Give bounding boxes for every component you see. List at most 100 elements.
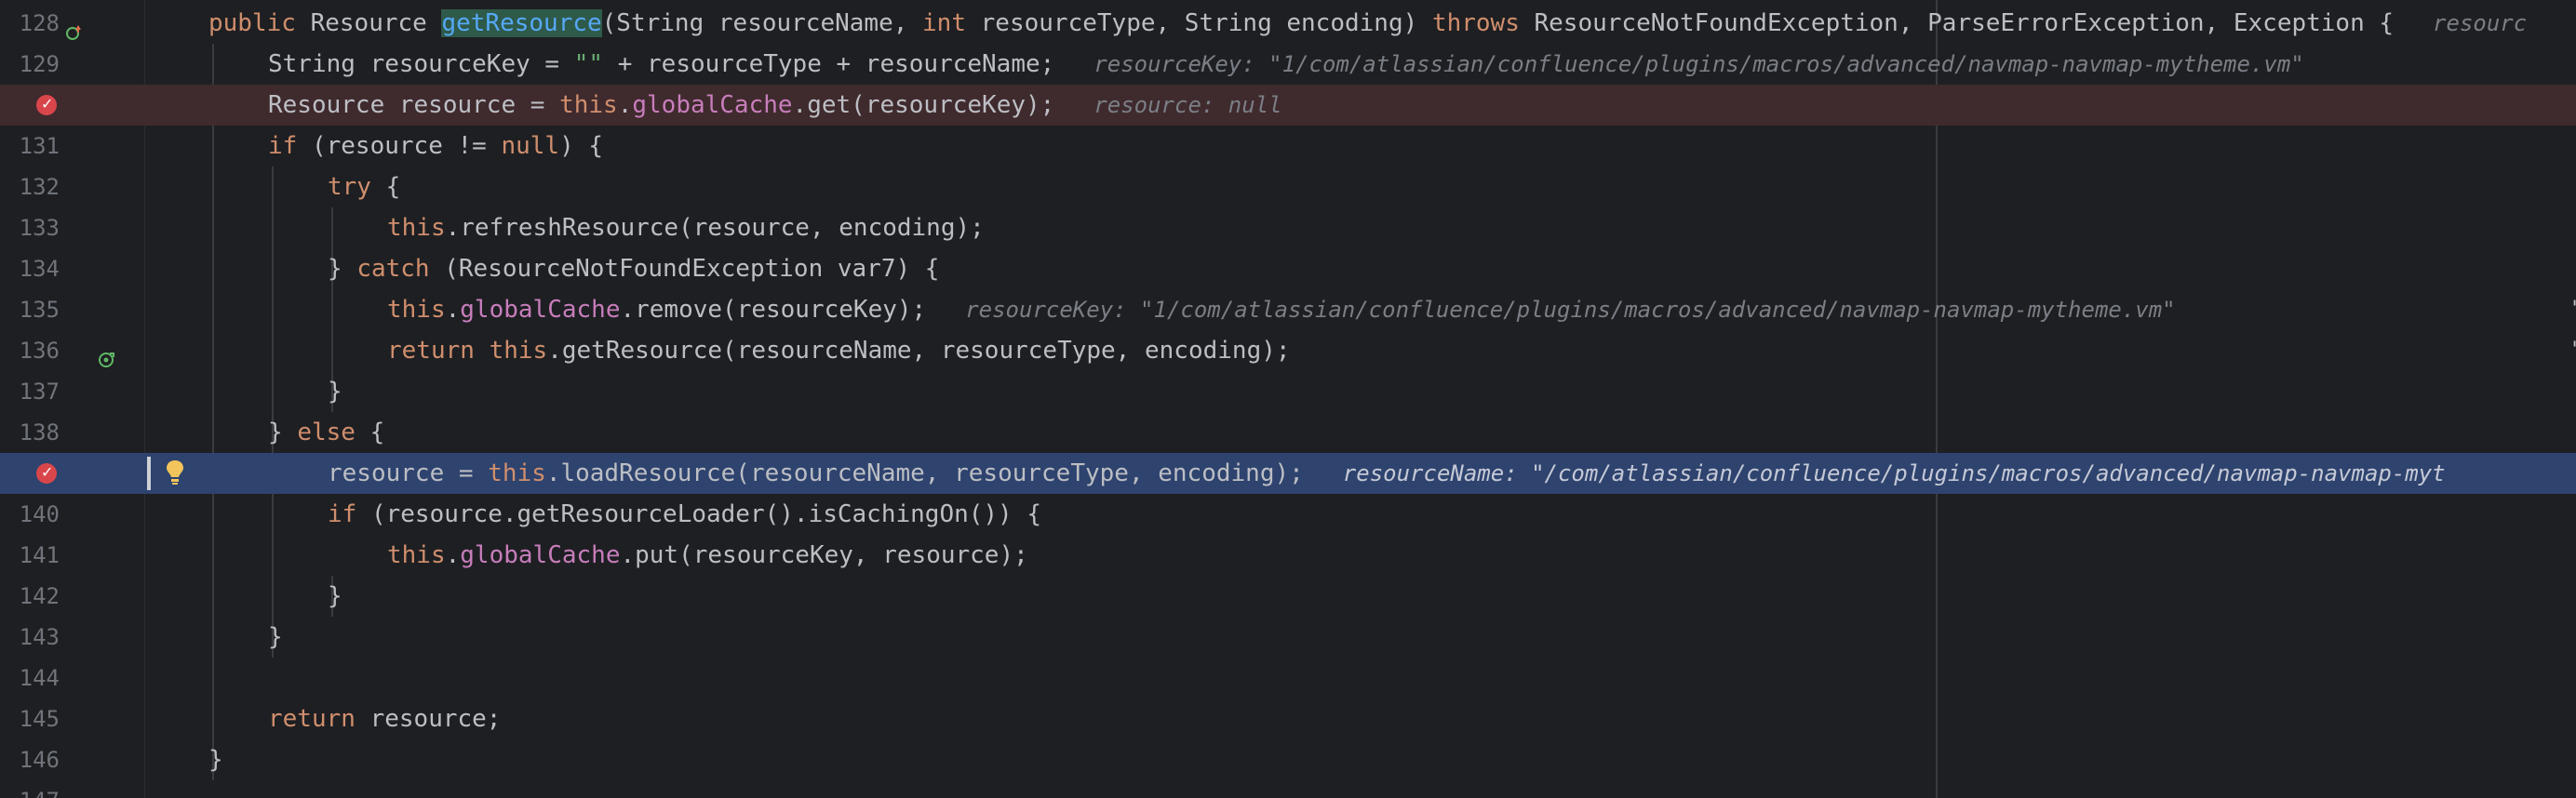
code-text[interactable]: this.globalCache.remove(resourceKey); res… — [387, 289, 2176, 330]
field-token: globalCache — [460, 541, 621, 569]
code-text[interactable]: String resourceKey = "" + resourceType +… — [268, 44, 2304, 85]
execution-point-caret — [147, 457, 151, 490]
code-text[interactable]: if (resource.getResourceLoader().isCachi… — [328, 494, 1041, 535]
code-line[interactable]: 141 this.globalCache.put(resourceKey, res… — [0, 535, 2576, 576]
code-text[interactable]: } — [208, 739, 223, 780]
check-icon: ✓ — [41, 95, 54, 113]
code-line[interactable]: 135 this.globalCache.remove(resourceKey);… — [0, 289, 2576, 330]
keyword-token: catch — [356, 255, 445, 283]
code-line[interactable]: ✓ Resource resource = this.globalCache.ge… — [0, 85, 2576, 126]
method-name-highlight: getResource — [441, 9, 602, 37]
code-line[interactable]: 134 } catch (ResourceNotFoundException va… — [0, 248, 2576, 289]
code-line[interactable]: 147 — [0, 780, 2576, 798]
code-text[interactable]: } else { — [268, 412, 384, 453]
code-text[interactable]: try { — [328, 166, 400, 207]
code-line[interactable]: 136 return this.getResource(resourceName,… — [0, 330, 2576, 371]
code-line[interactable]: ✓ resource = this.loadResource(resourceNa… — [0, 453, 2576, 494]
code-token: .loadResource(resourceName, resourceType… — [545, 459, 1304, 487]
lightbulb-icon[interactable] — [164, 459, 186, 486]
inline-debug-value[interactable]: resource: null — [1093, 92, 1281, 118]
code-text[interactable]: } — [328, 576, 342, 617]
line-number: 133 — [19, 215, 60, 241]
inline-debug-value[interactable]: resourceName: "/com/atlassian/confluence… — [1343, 460, 2446, 486]
line-number: 131 — [19, 133, 60, 159]
code-line[interactable]: 137} — [0, 371, 2576, 412]
keyword-token: return — [387, 337, 490, 365]
keyword-token: if — [268, 132, 312, 160]
breakpoint-icon[interactable]: ✓ — [36, 95, 57, 115]
code-token: . — [445, 296, 461, 324]
code-line[interactable]: 146} — [0, 739, 2576, 780]
keyword-token: try — [328, 173, 386, 201]
code-token: { — [369, 419, 385, 446]
recursive-call-icon[interactable] — [97, 341, 115, 367]
breakpoint-icon[interactable]: ✓ — [36, 463, 57, 484]
line-number: 140 — [19, 501, 60, 527]
code-token: + resourceType + resourceName; — [603, 50, 1055, 78]
code-token: resource = — [328, 459, 489, 487]
code-token: .refreshResource(resource, encoding); — [445, 214, 985, 242]
keyword-token: this — [489, 337, 548, 365]
code-token: resource; — [369, 705, 502, 733]
line-number: 128 — [19, 10, 60, 36]
line-number: 147 — [0, 780, 60, 798]
code-token: . — [617, 91, 633, 119]
code-line[interactable]: 140 if (resource.getResourceLoader().isCa… — [0, 494, 2576, 535]
overrides-method-icon[interactable] — [65, 14, 84, 40]
code-token: ) { — [559, 132, 604, 160]
code-editor[interactable]: 128 public Resource getResource(String re… — [0, 0, 2576, 798]
code-line[interactable]: 142} — [0, 576, 2576, 617]
code-token: (resource.getResourceLoader().isCachingO… — [370, 500, 1042, 528]
keyword-token: this — [559, 91, 618, 119]
code-text[interactable]: this.globalCache.put(resourceKey, resour… — [387, 535, 1028, 576]
code-line[interactable]: 143} — [0, 617, 2576, 658]
code-token: .remove(resourceKey); — [620, 296, 927, 324]
line-number: 146 — [19, 747, 60, 773]
code-token: (String resourceName, — [601, 9, 923, 37]
line-number: 134 — [19, 256, 60, 282]
code-text[interactable]: if (resource != null) { — [268, 126, 603, 166]
keyword-token: return — [268, 705, 370, 733]
code-token: String resourceKey = — [268, 50, 574, 78]
field-token: globalCache — [632, 91, 793, 119]
code-text[interactable]: return resource; — [268, 698, 501, 739]
code-text[interactable]: Resource resource = this.globalCache.get… — [268, 85, 1282, 126]
code-line[interactable]: 129 String resourceKey = "" + resourceTyp… — [0, 44, 2576, 85]
code-text[interactable]: } — [328, 371, 342, 412]
code-token: .getResource(resourceName, resourceType,… — [547, 337, 1291, 365]
inline-debug-value[interactable]: resourceKey: "1/com/atlassian/confluence… — [965, 297, 2175, 323]
code-line[interactable]: 138} else { — [0, 412, 2576, 453]
code-line[interactable]: 145 return resource; — [0, 698, 2576, 739]
code-token: } — [268, 623, 283, 651]
code-token: } — [328, 378, 342, 406]
code-line[interactable]: 128 public Resource getResource(String re… — [0, 3, 2576, 44]
code-token: } — [208, 746, 223, 774]
code-line[interactable]: 133 this.refreshResource(resource, encodi… — [0, 207, 2576, 248]
code-line[interactable]: 131 if (resource != null) { — [0, 126, 2576, 166]
code-token: (resource != — [311, 132, 502, 160]
code-text[interactable]: public Resource getResource(String resou… — [208, 3, 2527, 44]
keyword-token: int — [922, 9, 981, 37]
keyword-token: else — [297, 419, 370, 446]
code-text[interactable]: resource = this.loadResource(resourceNam… — [328, 453, 2446, 494]
code-text[interactable]: } catch (ResourceNotFoundException var7)… — [328, 248, 939, 289]
field-token: globalCache — [460, 296, 621, 324]
code-token: . — [445, 541, 461, 569]
inline-debug-value[interactable]: resourceKey: "1/com/atlassian/confluence… — [1093, 51, 2303, 77]
keyword-token: null — [501, 132, 560, 160]
line-number: 143 — [19, 624, 60, 650]
code-token: ResourceNotFoundException, ParseErrorExc… — [1534, 9, 2395, 37]
line-number: 129 — [19, 51, 60, 77]
keyword-token: this — [387, 541, 446, 569]
code-text[interactable]: return this.getResource(resourceName, re… — [387, 330, 1291, 371]
code-line[interactable]: 132 try { — [0, 166, 2576, 207]
keyword-token: this — [488, 459, 546, 487]
line-number: 141 — [19, 542, 60, 568]
keyword-token: if — [328, 500, 371, 528]
code-text[interactable]: } — [268, 617, 283, 658]
code-token: (ResourceNotFoundException var7) { — [444, 255, 940, 283]
code-token: Resource — [310, 9, 442, 37]
code-line[interactable]: 144 — [0, 658, 2576, 698]
inline-debug-value[interactable]: resourc — [2433, 10, 2527, 36]
code-text[interactable]: this.refreshResource(resource, encoding)… — [387, 207, 985, 248]
